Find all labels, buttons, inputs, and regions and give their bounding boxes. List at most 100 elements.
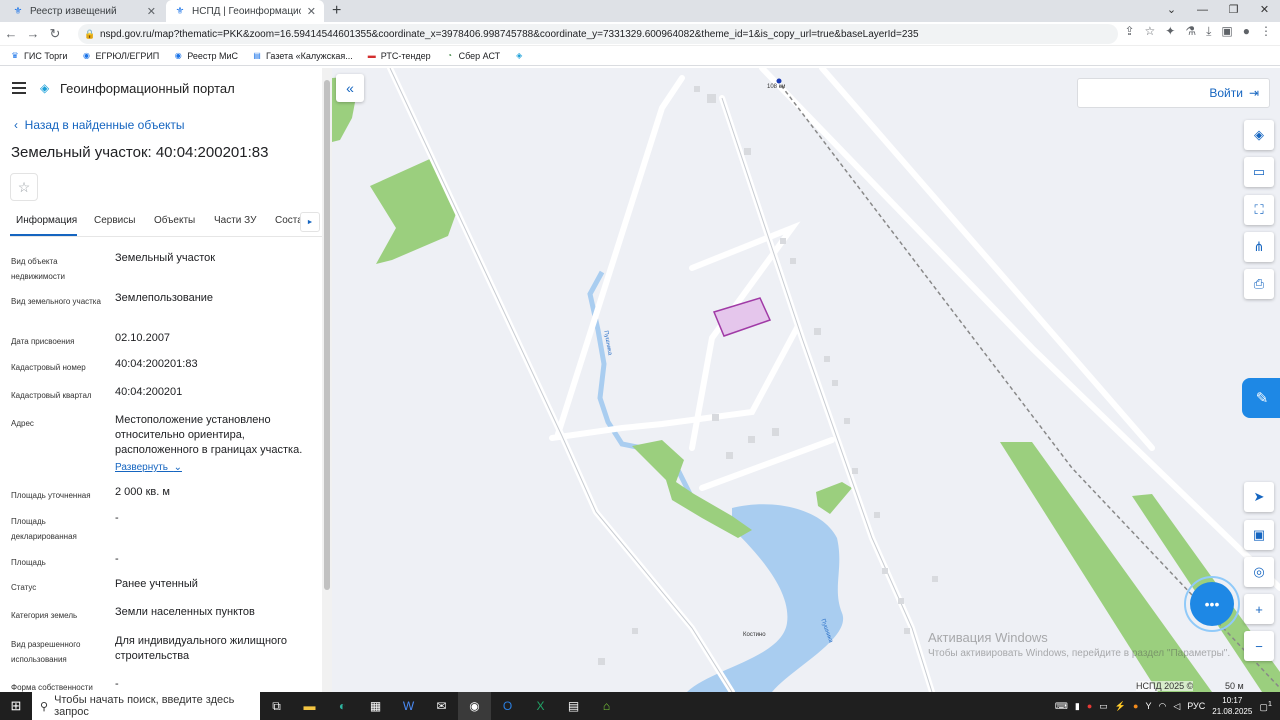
minimap-button[interactable]: ▣: [1244, 520, 1274, 550]
site-info-icon[interactable]: 🔒: [84, 29, 95, 40]
back-to-results-link[interactable]: ‹ Назад в найденные объекты: [14, 118, 185, 132]
bookmark-nspd[interactable]: ◈: [514, 51, 524, 61]
notifications-icon[interactable]: ▢1: [1259, 699, 1272, 713]
building: [824, 356, 830, 362]
favorite-star-icon[interactable]: ☆: [10, 173, 38, 201]
share-icon[interactable]: ⇪: [1124, 24, 1134, 39]
measure-button[interactable]: ▭: [1244, 157, 1274, 187]
calculator-icon[interactable]: ▤: [557, 692, 590, 720]
zoom-in-button[interactable]: +: [1244, 594, 1274, 624]
bookmark-rts[interactable]: ▬ РТС-тендер: [367, 51, 431, 61]
excel-icon[interactable]: X: [524, 692, 557, 720]
tray-app-icon[interactable]: ▮: [1075, 701, 1080, 712]
edge-icon[interactable]: ◐: [326, 692, 359, 720]
map-canvas[interactable]: 108 км Пушника Пушника Костино « Войти ⇥ …: [332, 68, 1280, 692]
tab-search-icon[interactable]: ⌄: [1156, 0, 1187, 22]
login-button[interactable]: Войти ⇥: [1077, 78, 1270, 108]
building: [790, 258, 796, 264]
outlook-icon[interactable]: O: [491, 692, 524, 720]
feedback-button[interactable]: ✎: [1242, 378, 1280, 418]
rts-icon: ▬: [367, 51, 376, 60]
bookmark-star-icon[interactable]: ☆: [1145, 24, 1156, 39]
maximize-icon[interactable]: ❐: [1218, 0, 1249, 22]
tabs-scroll-right-icon[interactable]: ►: [300, 212, 320, 232]
sidebar-icon[interactable]: ▣: [1221, 24, 1232, 39]
download-icon[interactable]: ⤓: [1206, 24, 1211, 39]
forward-icon[interactable]: →: [22, 26, 44, 41]
flask-icon[interactable]: ⚗: [1185, 24, 1196, 39]
tab-parts[interactable]: Части ЗУ: [214, 215, 256, 226]
tab-title: Реестр извещений: [30, 5, 117, 17]
browser-tab-registry[interactable]: ⚜ Реестр извещений ✕: [4, 0, 164, 22]
minimize-icon[interactable]: —: [1187, 0, 1218, 22]
task-view-icon[interactable]: ⧉: [260, 692, 293, 720]
keyboard-icon[interactable]: ⌨: [1055, 701, 1068, 712]
close-tab-icon[interactable]: ✕: [147, 5, 156, 18]
road: [555, 75, 685, 437]
battery-icon[interactable]: ▭: [1099, 701, 1108, 712]
location-pin-icon: ◎: [1253, 564, 1265, 579]
tray-app-icon[interactable]: ●: [1133, 701, 1138, 711]
volume-icon[interactable]: ◁: [1173, 701, 1180, 712]
collapse-panel-button[interactable]: «: [336, 74, 364, 102]
file-explorer-icon[interactable]: ▬: [293, 692, 326, 720]
sber-icon: ◔: [447, 51, 453, 60]
bookmark-reestr-mis[interactable]: ◉ Реестр МиС: [173, 51, 238, 61]
km-marker: [776, 78, 782, 84]
start-windows-icon[interactable]: ⊞: [0, 698, 32, 714]
chat-assistant-button[interactable]: •••: [1184, 576, 1240, 632]
print-button[interactable]: ⎙: [1244, 269, 1274, 299]
mail-icon[interactable]: ✉: [425, 692, 458, 720]
bookmark-sber-ast[interactable]: ◔ Сбер АСТ: [445, 51, 500, 61]
store-icon[interactable]: ▦: [359, 692, 392, 720]
share-button[interactable]: ⋔: [1244, 232, 1274, 262]
reload-icon[interactable]: ↻: [44, 26, 66, 42]
tab-objects[interactable]: Объекты: [154, 215, 195, 226]
building: [712, 414, 719, 421]
home-app-icon[interactable]: ⌂: [590, 692, 623, 720]
hamburger-menu-icon[interactable]: [12, 82, 26, 94]
tab-title: НСПД | Геоинформационный п: [192, 5, 301, 17]
portal-header: ◈ Геоинформационный портал: [0, 68, 322, 108]
tab-information[interactable]: Информация: [16, 215, 77, 226]
expand-address-link[interactable]: Развернуть ⌄: [115, 462, 182, 473]
zoom-out-button[interactable]: −: [1244, 631, 1274, 661]
locate-button[interactable]: ➤: [1244, 482, 1274, 512]
yandex-icon[interactable]: Y: [1145, 701, 1151, 711]
road: [819, 68, 1155, 451]
layers-button[interactable]: ◈: [1244, 120, 1274, 150]
browser-tab-nspd[interactable]: ⚜ НСПД | Геоинформационный п ✕: [166, 0, 324, 22]
scale-bar: 50 м: [1225, 681, 1244, 691]
language-indicator[interactable]: РУС: [1187, 701, 1205, 711]
geo-search-button[interactable]: ◎: [1244, 557, 1274, 587]
road: [387, 68, 735, 692]
extensions-icon[interactable]: ✦: [1165, 24, 1175, 39]
bookmark-gis-torgi[interactable]: ♛ ГИС Торги: [10, 51, 67, 61]
chrome-icon[interactable]: ◉: [458, 692, 491, 720]
usb-icon[interactable]: ⚡: [1115, 701, 1126, 712]
panel-scroll-thumb[interactable]: [324, 80, 330, 590]
tab-services[interactable]: Сервисы: [94, 215, 135, 226]
double-chevron-left-icon: «: [346, 80, 354, 96]
bookmark-gazeta[interactable]: ▤ Газета «Калужская...: [252, 51, 352, 61]
profile-icon[interactable]: ●: [1243, 24, 1250, 39]
tab-composition[interactable]: Соста: [275, 215, 303, 226]
page-title: Земельный участок: 40:04:200201:83: [11, 144, 269, 161]
km-label: 108 км: [767, 84, 786, 90]
close-tab-icon[interactable]: ✕: [307, 5, 316, 18]
taskbar-search[interactable]: ⚲ Чтобы начать поиск, введите здесь запр…: [32, 692, 260, 720]
chevron-down-icon: ⌄: [173, 462, 182, 473]
close-window-icon[interactable]: ✕: [1249, 0, 1280, 22]
network-icon[interactable]: ◠: [1158, 701, 1166, 712]
word-icon[interactable]: W: [392, 692, 425, 720]
building: [744, 148, 751, 155]
clock[interactable]: 10:17 21.08.2025: [1212, 695, 1252, 717]
url-field[interactable]: 🔒 nspd.gov.ru/map?thematic=PKK&zoom=16.5…: [78, 24, 1118, 44]
bookmark-egrul[interactable]: ◉ ЕГРЮЛ/ЕГРИП: [81, 51, 159, 61]
new-tab-button[interactable]: +: [332, 2, 341, 20]
object-panel: ◈ Геоинформационный портал ‹ Назад в най…: [0, 68, 322, 692]
back-icon[interactable]: ←: [0, 26, 22, 41]
menu-icon[interactable]: ⋮: [1260, 24, 1272, 39]
opera-icon[interactable]: ●: [1087, 701, 1092, 711]
select-area-button[interactable]: ⛶: [1244, 195, 1274, 225]
